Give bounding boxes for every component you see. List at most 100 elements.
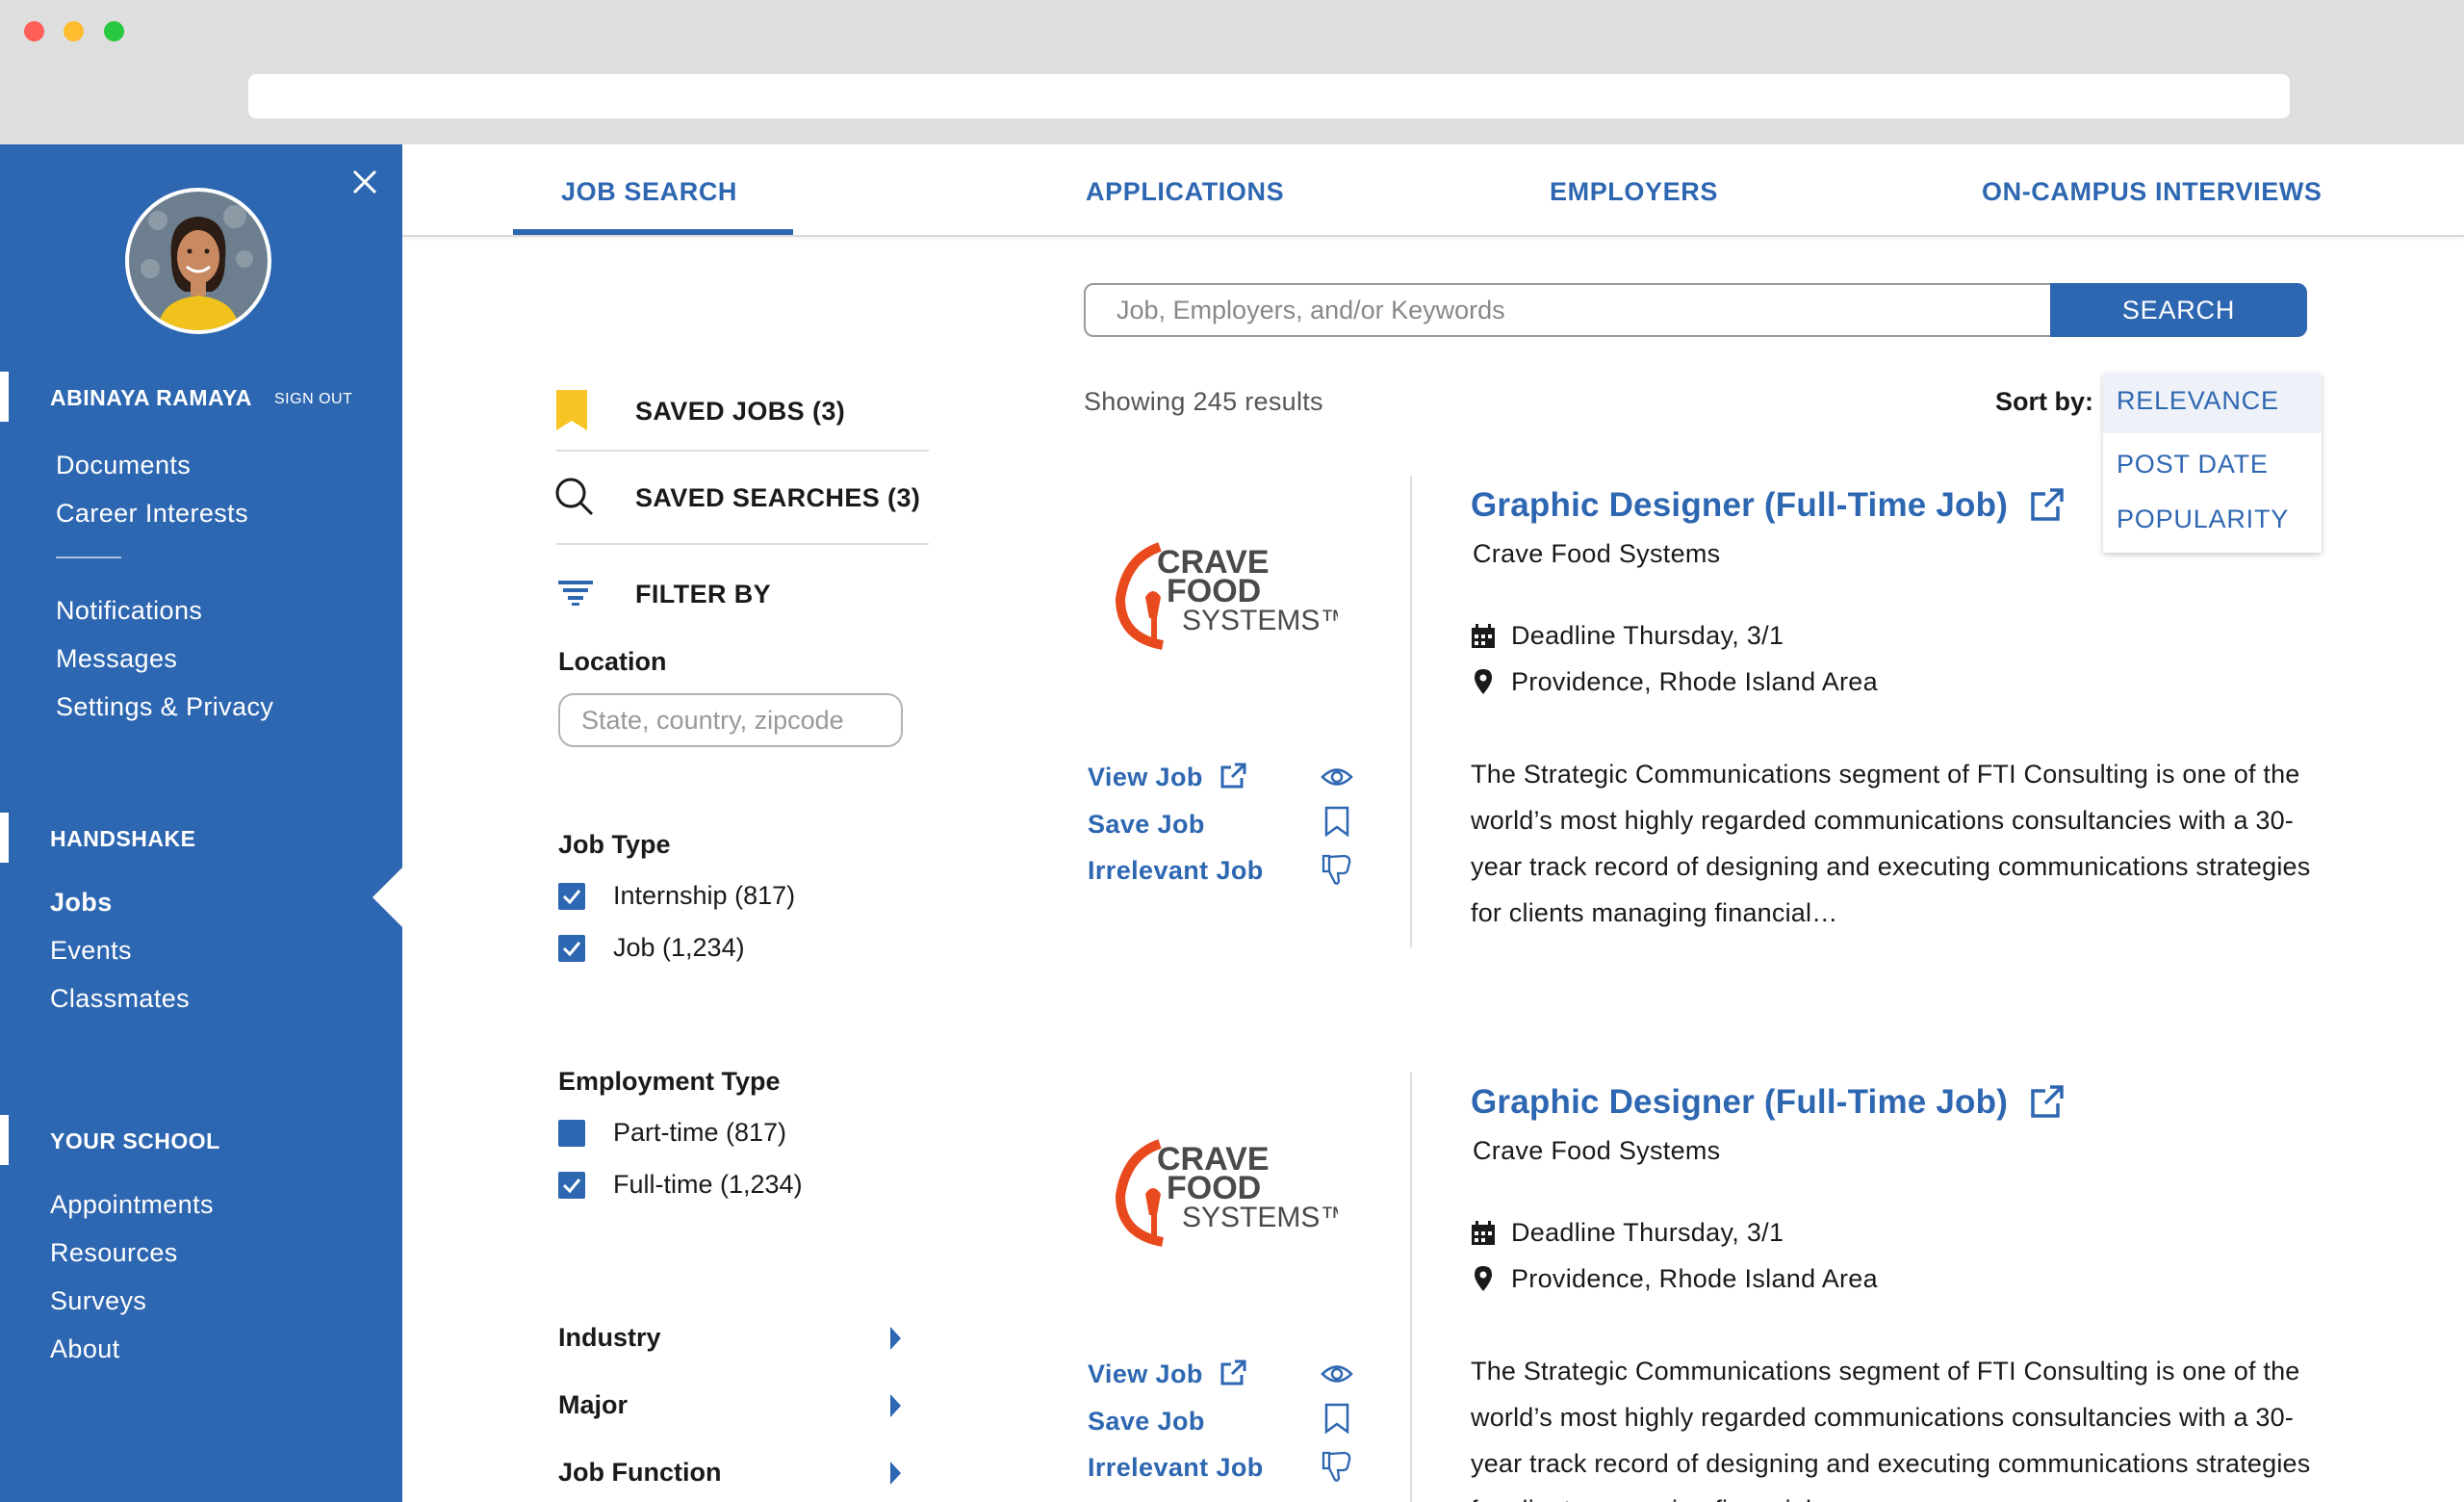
results-count: Showing 245 results bbox=[1084, 387, 1323, 416]
profile-section-marker bbox=[0, 372, 9, 422]
filter-major[interactable]: Major bbox=[558, 1390, 628, 1420]
tab-job-search[interactable]: JOB SEARCH bbox=[561, 177, 737, 207]
bookmark-icon bbox=[556, 390, 587, 430]
job-type-label: Job Type bbox=[558, 830, 671, 859]
filter-by-heading: FILTER BY bbox=[635, 580, 772, 609]
maximize-window-button[interactable] bbox=[104, 21, 124, 41]
chevron-right-icon[interactable] bbox=[890, 1394, 901, 1417]
check-icon bbox=[562, 1178, 581, 1194]
sidebar-item-jobs[interactable]: Jobs bbox=[50, 888, 113, 918]
external-link-icon[interactable] bbox=[1219, 1359, 1247, 1387]
irrelevant-job-link[interactable]: Irrelevant Job bbox=[1088, 1453, 1264, 1483]
search-input[interactable] bbox=[1084, 283, 2056, 337]
search-button[interactable]: SEARCH bbox=[2050, 283, 2307, 337]
sidebar-item-classmates[interactable]: Classmates bbox=[50, 984, 190, 1014]
sidebar-item-messages[interactable]: Messages bbox=[56, 644, 177, 674]
job-location: Providence, Rhode Island Area bbox=[1511, 667, 1878, 696]
save-job-link[interactable]: Save Job bbox=[1088, 810, 1205, 840]
job-location: Providence, Rhode Island Area bbox=[1511, 1264, 1878, 1293]
user-name: ABINAYA RAMAYA bbox=[50, 385, 252, 410]
handshake-section-marker bbox=[0, 813, 9, 863]
sort-option-relevance[interactable]: RELEVANCE bbox=[2117, 386, 2279, 416]
external-link-icon[interactable] bbox=[1219, 762, 1247, 790]
sidebar-item-notifications[interactable]: Notifications bbox=[56, 596, 202, 626]
location-pin-icon bbox=[1475, 669, 1492, 694]
irrelevant-job-link[interactable]: Irrelevant Job bbox=[1088, 856, 1264, 886]
sidebar-item-about[interactable]: About bbox=[50, 1334, 120, 1364]
filter-industry[interactable]: Industry bbox=[558, 1323, 661, 1353]
close-window-button[interactable] bbox=[24, 21, 44, 41]
active-item-indicator bbox=[372, 867, 403, 928]
card-divider bbox=[1410, 476, 1412, 947]
calendar-icon bbox=[1472, 1221, 1495, 1245]
sort-dropdown: RELEVANCE POST DATE POPULARITY bbox=[2103, 374, 2322, 553]
thumbs-down-icon[interactable] bbox=[1322, 853, 1352, 886]
job-title[interactable]: Graphic Designer (Full-Time Job) bbox=[1471, 486, 2008, 525]
view-job-link[interactable]: View Job bbox=[1088, 763, 1203, 792]
sidebar-item-career-interests[interactable]: Career Interests bbox=[56, 499, 248, 529]
tab-employers[interactable]: EMPLOYERS bbox=[1550, 177, 1718, 207]
top-tabs: JOB SEARCH APPLICATIONS EMPLOYERS ON-CAM… bbox=[402, 144, 2464, 237]
filter-job-function[interactable]: Job Function bbox=[558, 1458, 721, 1488]
sidebar-item-settings-privacy[interactable]: Settings & Privacy bbox=[56, 692, 273, 722]
search-icon bbox=[555, 478, 594, 516]
sign-out-link[interactable]: SIGN OUT bbox=[274, 391, 352, 408]
bookmark-outline-icon[interactable] bbox=[1324, 806, 1349, 837]
job-deadline: Deadline Thursday, 3/1 bbox=[1511, 621, 1784, 650]
job-deadline: Deadline Thursday, 3/1 bbox=[1511, 1218, 1784, 1247]
location-pin-icon bbox=[1475, 1266, 1492, 1291]
company-logo: CRAVE FOOD SYSTEMS™ bbox=[1107, 530, 1348, 664]
address-bar[interactable] bbox=[248, 74, 2290, 118]
sidebar-item-surveys[interactable]: Surveys bbox=[50, 1286, 146, 1316]
location-input[interactable] bbox=[558, 693, 903, 747]
your-school-heading: YOUR SCHOOL bbox=[50, 1128, 220, 1153]
location-label: Location bbox=[558, 647, 667, 676]
job-description: The Strategic Communications segment of … bbox=[1471, 760, 2311, 927]
card-divider bbox=[1410, 1073, 1412, 1502]
job-title[interactable]: Graphic Designer (Full-Time Job) bbox=[1471, 1083, 2008, 1122]
save-job-link[interactable]: Save Job bbox=[1088, 1407, 1205, 1437]
eye-icon[interactable] bbox=[1321, 766, 1353, 788]
tab-applications[interactable]: APPLICATIONS bbox=[1086, 177, 1284, 207]
sidebar-item-events[interactable]: Events bbox=[50, 936, 132, 966]
eye-icon[interactable] bbox=[1321, 1363, 1353, 1385]
saved-searches-link[interactable]: SAVED SEARCHES (3) bbox=[635, 483, 920, 513]
company-name[interactable]: Crave Food Systems bbox=[1473, 539, 1720, 569]
sort-label: Sort by: bbox=[1995, 387, 2094, 416]
external-link-icon[interactable] bbox=[2029, 1083, 2066, 1120]
employment-type-label: Employment Type bbox=[558, 1067, 781, 1096]
chevron-right-icon[interactable] bbox=[890, 1462, 901, 1485]
checkbox-full-time[interactable] bbox=[558, 1172, 585, 1199]
avatar[interactable] bbox=[125, 188, 271, 334]
filter-icon bbox=[558, 581, 593, 606]
view-job-link[interactable]: View Job bbox=[1088, 1360, 1203, 1389]
minimize-window-button[interactable] bbox=[64, 21, 84, 41]
job-description: The Strategic Communications segment of … bbox=[1471, 1357, 2311, 1502]
checkbox-part-time[interactable] bbox=[558, 1120, 585, 1147]
close-icon[interactable] bbox=[348, 166, 381, 198]
sidebar-divider bbox=[56, 557, 121, 558]
checkbox-job[interactable] bbox=[558, 935, 585, 962]
external-link-icon[interactable] bbox=[2029, 486, 2066, 523]
sidebar: ABINAYA RAMAYA SIGN OUT Documents Career… bbox=[0, 144, 403, 1502]
browser-chrome bbox=[0, 0, 2464, 144]
handshake-heading: HANDSHAKE bbox=[50, 826, 196, 851]
job-type-option-label: Job (1,234) bbox=[613, 933, 745, 962]
sidebar-item-documents[interactable]: Documents bbox=[56, 451, 191, 480]
bookmark-outline-icon[interactable] bbox=[1324, 1403, 1349, 1434]
checkbox-internship[interactable] bbox=[558, 883, 585, 910]
active-tab-underline bbox=[513, 229, 793, 235]
employment-type-option-label: Part-time (817) bbox=[613, 1118, 787, 1147]
thumbs-down-icon[interactable] bbox=[1322, 1450, 1352, 1483]
sidebar-item-resources[interactable]: Resources bbox=[50, 1238, 178, 1268]
sort-option-post-date[interactable]: POST DATE bbox=[2117, 450, 2269, 479]
tab-on-campus-interviews[interactable]: ON-CAMPUS INTERVIEWS bbox=[1982, 177, 2323, 207]
chevron-right-icon[interactable] bbox=[890, 1327, 901, 1350]
calendar-icon bbox=[1472, 624, 1495, 648]
employment-type-option-label: Full-time (1,234) bbox=[613, 1170, 803, 1199]
company-name[interactable]: Crave Food Systems bbox=[1473, 1136, 1720, 1166]
sidebar-item-appointments[interactable]: Appointments bbox=[50, 1190, 214, 1220]
saved-jobs-link[interactable]: SAVED JOBS (3) bbox=[635, 397, 845, 427]
school-section-marker bbox=[0, 1115, 9, 1165]
sort-option-popularity[interactable]: POPULARITY bbox=[2117, 505, 2289, 534]
